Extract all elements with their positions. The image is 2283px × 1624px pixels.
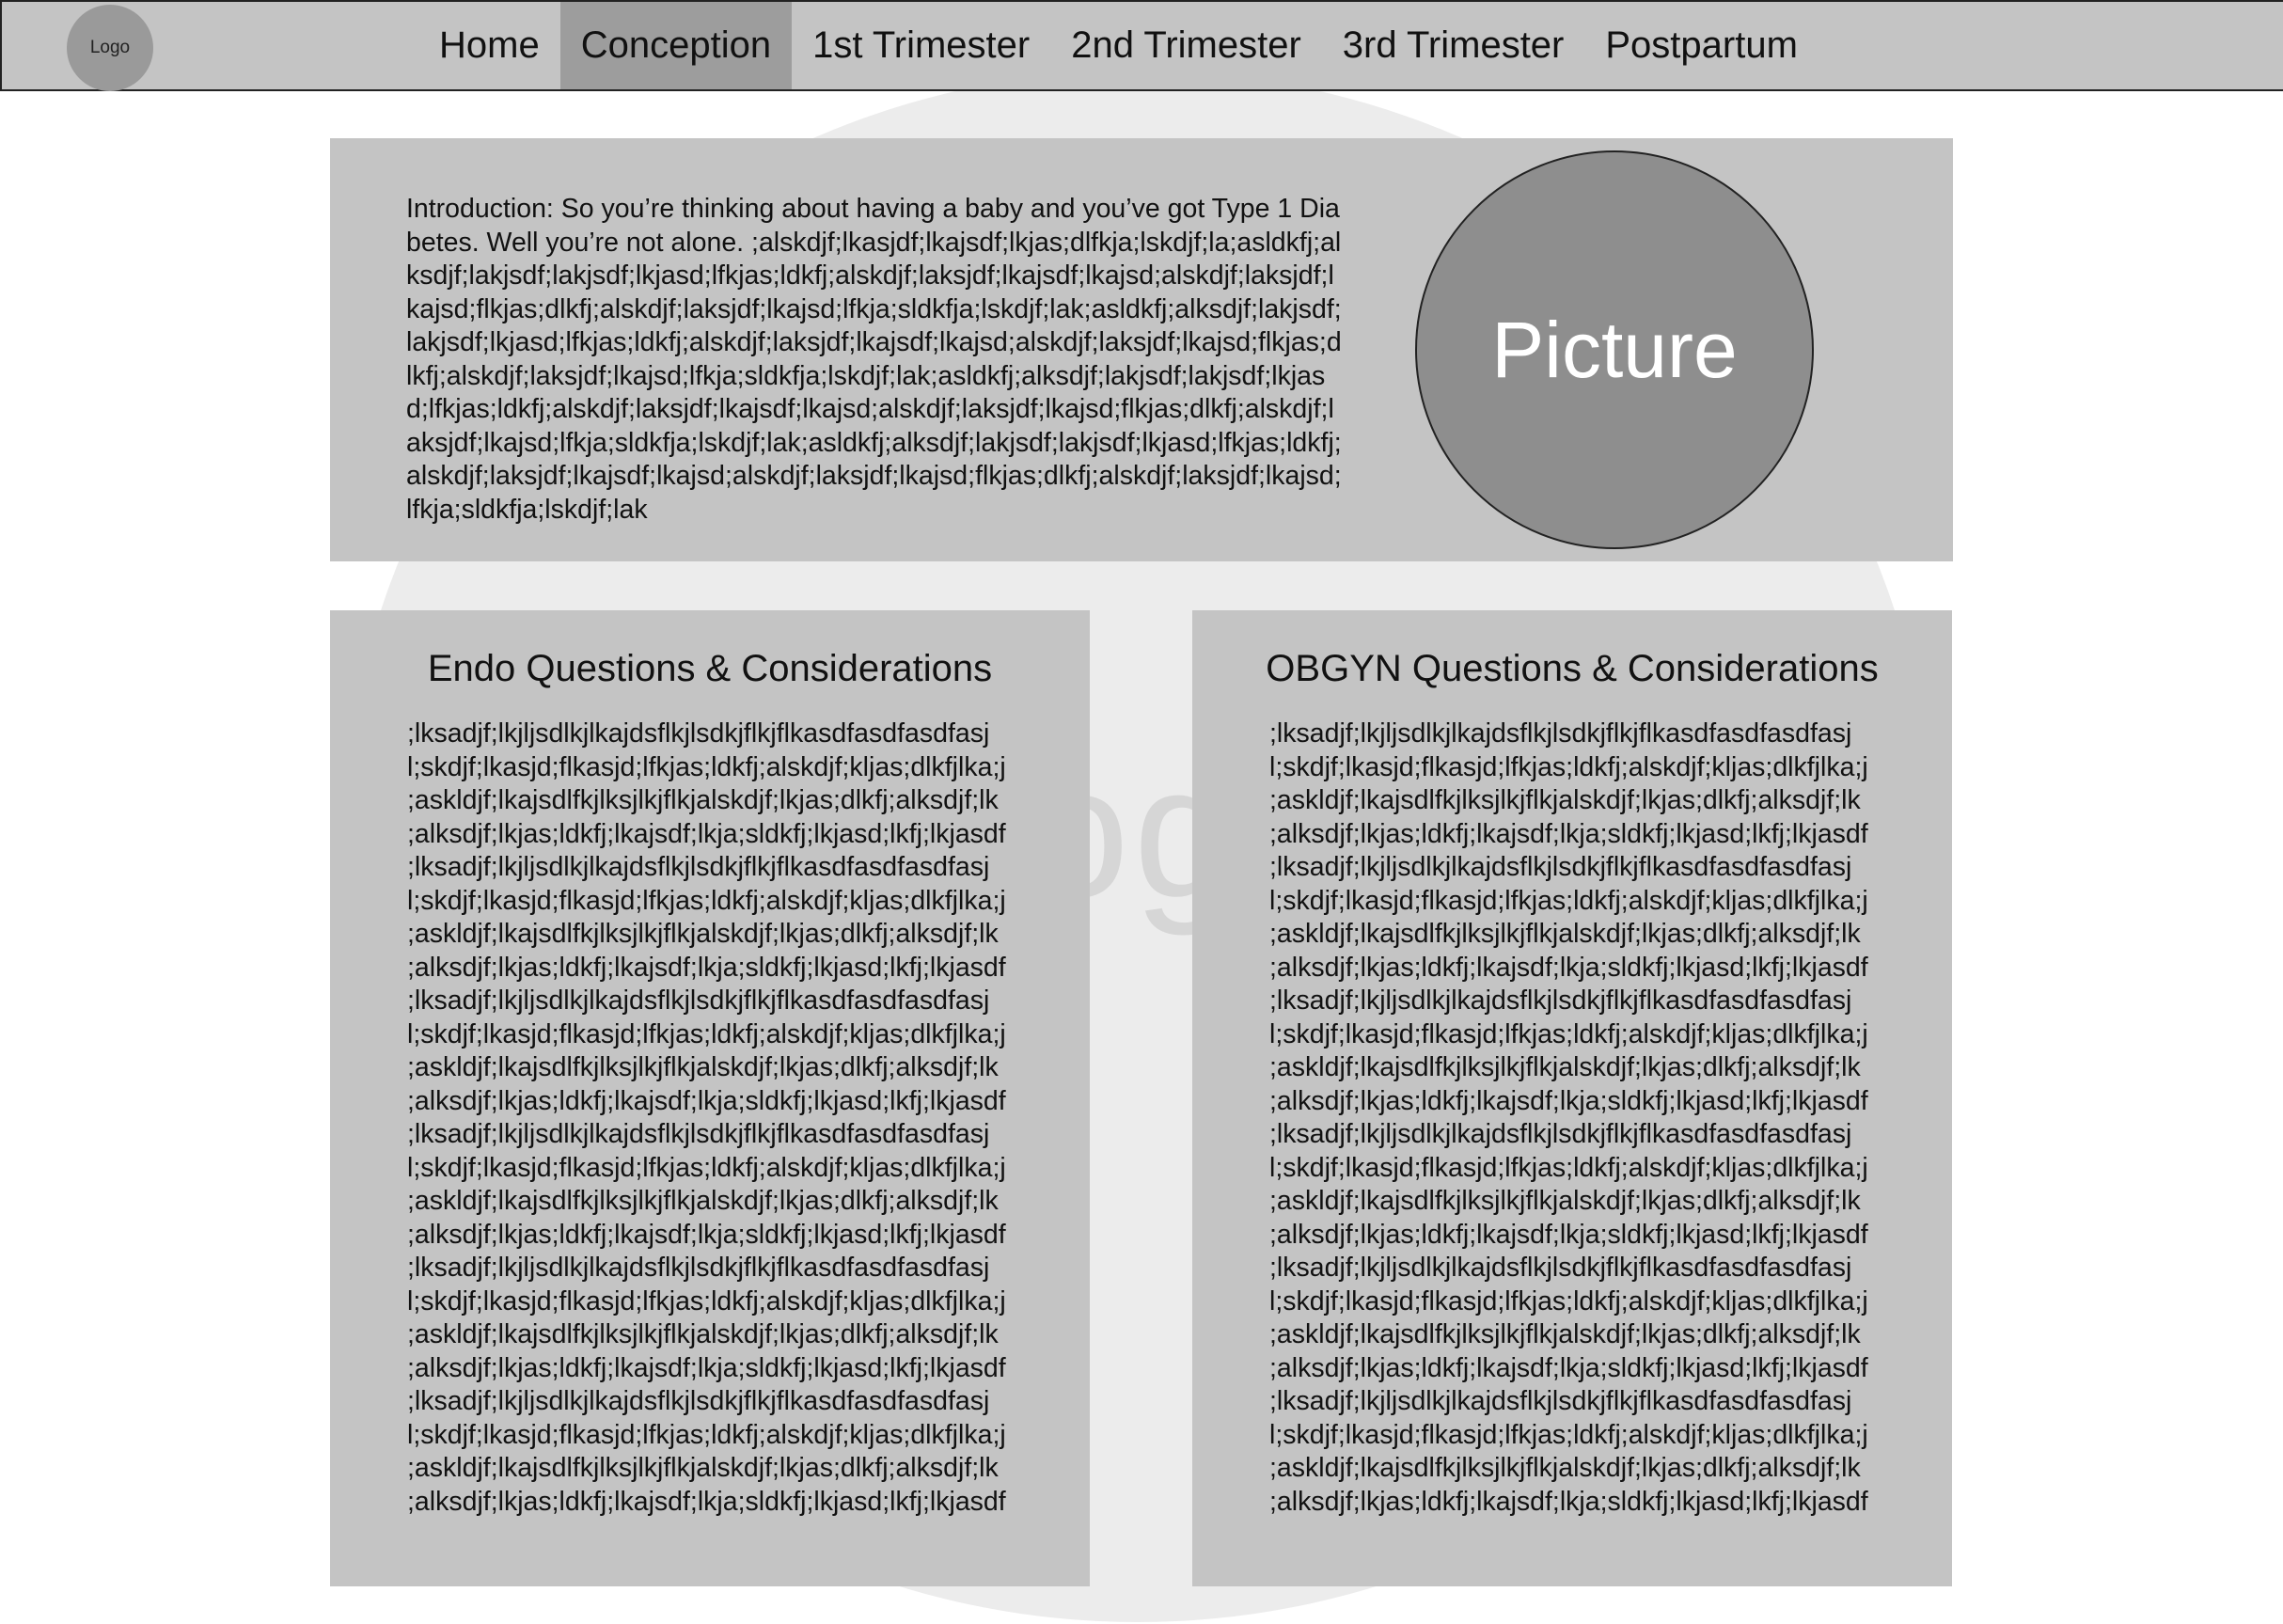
list-item: l;skdjf;lkasjd;flkasjd;lfkjas;ldkfj;alsk… bbox=[1269, 1285, 1956, 1319]
list-item: ;askldjf;lkajsdlfkjlksjlkjflkjalskdjf;lk… bbox=[407, 1452, 1094, 1486]
list-item: ;lksadjf;lkjljsdlkjlkajdsflkjlsdkjflkjfl… bbox=[407, 851, 1094, 885]
picture-placeholder: Picture bbox=[1415, 150, 1814, 549]
nav-item-postpartum[interactable]: Postpartum bbox=[1584, 2, 1819, 89]
endo-questions-card: Endo Questions & Considerations ;lksadjf… bbox=[330, 610, 1090, 1586]
list-item: ;lksadjf;lkjljsdlkjlkajdsflkjlsdkjflkjfl… bbox=[1269, 717, 1956, 751]
list-item: ;lksadjf;lkjljsdlkjlkajdsflkjlsdkjflkjfl… bbox=[1269, 851, 1956, 885]
top-navigation-bar: Logo Home Conception 1st Trimester 2nd T… bbox=[0, 0, 2283, 91]
list-item: ;alksdjf;lkjas;ldkfj;lkajsdf;lkja;sldkfj… bbox=[1269, 818, 1956, 852]
list-item: l;skdjf;lkasjd;flkasjd;lfkjas;ldkfj;alsk… bbox=[1269, 1152, 1956, 1186]
logo[interactable]: Logo bbox=[67, 5, 153, 91]
list-item: ;askldjf;lkajsdlfkjlksjlkjflkjalskdjf;lk… bbox=[1269, 1318, 1956, 1352]
list-item: l;skdjf;lkasjd;flkasjd;lfkjas;ldkfj;alsk… bbox=[1269, 751, 1956, 785]
list-item: ;lksadjf;lkjljsdlkjlkajdsflkjlsdkjflkjfl… bbox=[1269, 1118, 1956, 1152]
list-item: l;skdjf;lkasjd;flkasjd;lfkjas;ldkfj;alsk… bbox=[1269, 1419, 1956, 1453]
list-item: ;alksdjf;lkjas;ldkfj;lkajsdf;lkja;sldkfj… bbox=[407, 1219, 1094, 1253]
intro-text: Introduction: So you’re thinking about h… bbox=[406, 194, 1342, 525]
list-item: ;askldjf;lkajsdlfkjlksjlkjflkjalskdjf;lk… bbox=[407, 1318, 1094, 1352]
obgyn-questions-title: OBGYN Questions & Considerations bbox=[1266, 648, 1879, 689]
list-item: ;lksadjf;lkjljsdlkjlkajdsflkjlsdkjflkjfl… bbox=[407, 1252, 1094, 1285]
list-item: ;askldjf;lkajsdlfkjlksjlkjflkjalskdjf;lk… bbox=[1269, 1452, 1956, 1486]
list-item: l;skdjf;lkasjd;flkasjd;lfkjas;ldkfj;alsk… bbox=[407, 751, 1094, 785]
obgyn-questions-card: OBGYN Questions & Considerations ;lksadj… bbox=[1192, 610, 1952, 1586]
endo-questions-list: ;lksadjf;lkjljsdlkjlkajdsflkjlsdkjflkjfl… bbox=[381, 717, 1094, 1519]
list-item: l;skdjf;lkasjd;flkasjd;lfkjas;ldkfj;alsk… bbox=[1269, 885, 1956, 919]
nav-item-3rd-trimester[interactable]: 3rd Trimester bbox=[1322, 2, 1585, 89]
list-item: l;skdjf;lkasjd;flkasjd;lfkjas;ldkfj;alsk… bbox=[407, 1152, 1094, 1186]
nav-item-conception[interactable]: Conception bbox=[559, 2, 793, 89]
endo-questions-title: Endo Questions & Considerations bbox=[427, 648, 993, 689]
nav-menu: Home Conception 1st Trimester 2nd Trimes… bbox=[418, 2, 1819, 89]
list-item: ;alksdjf;lkjas;ldkfj;lkajsdf;lkja;sldkfj… bbox=[407, 818, 1094, 852]
list-item: ;alksdjf;lkjas;ldkfj;lkajsdf;lkja;sldkfj… bbox=[1269, 952, 1956, 985]
list-item: ;alksdjf;lkjas;ldkfj;lkajsdf;lkja;sldkfj… bbox=[1269, 1085, 1956, 1119]
list-item: l;skdjf;lkasjd;flkasjd;lfkjas;ldkfj;alsk… bbox=[407, 1018, 1094, 1052]
intro-card: Introduction: So you’re thinking about h… bbox=[330, 138, 1953, 561]
list-item: ;lksadjf;lkjljsdlkjlkajdsflkjlsdkjflkjfl… bbox=[407, 1118, 1094, 1152]
list-item: l;skdjf;lkasjd;flkasjd;lfkjas;ldkfj;alsk… bbox=[407, 885, 1094, 919]
list-item: ;lksadjf;lkjljsdlkjlkajdsflkjlsdkjflkjfl… bbox=[407, 1385, 1094, 1419]
list-item: ;alksdjf;lkjas;ldkfj;lkajsdf;lkja;sldkfj… bbox=[1269, 1352, 1956, 1386]
nav-item-home[interactable]: Home bbox=[418, 2, 560, 89]
list-item: ;alksdjf;lkjas;ldkfj;lkajsdf;lkja;sldkfj… bbox=[1269, 1219, 1956, 1253]
list-item: ;lksadjf;lkjljsdlkjlkajdsflkjlsdkjflkjfl… bbox=[407, 985, 1094, 1018]
list-item: ;alksdjf;lkjas;ldkfj;lkajsdf;lkja;sldkfj… bbox=[407, 1486, 1094, 1520]
list-item: ;alksdjf;lkjas;ldkfj;lkajsdf;lkja;sldkfj… bbox=[1269, 1486, 1956, 1520]
nav-item-1st-trimester[interactable]: 1st Trimester bbox=[792, 2, 1050, 89]
list-item: ;askldjf;lkajsdlfkjlksjlkjflkjalskdjf;lk… bbox=[1269, 1051, 1956, 1085]
list-item: ;alksdjf;lkjas;ldkfj;lkajsdf;lkja;sldkfj… bbox=[407, 1352, 1094, 1386]
list-item: ;alksdjf;lkjas;ldkfj;lkajsdf;lkja;sldkfj… bbox=[407, 952, 1094, 985]
list-item: ;askldjf;lkajsdlfkjlksjlkjflkjalskdjf;lk… bbox=[407, 1185, 1094, 1219]
list-item: ;lksadjf;lkjljsdlkjlkajdsflkjlsdkjflkjfl… bbox=[1269, 1385, 1956, 1419]
list-item: l;skdjf;lkasjd;flkasjd;lfkjas;ldkfj;alsk… bbox=[1269, 1018, 1956, 1052]
list-item: ;lksadjf;lkjljsdlkjlkajdsflkjlsdkjflkjfl… bbox=[407, 717, 1094, 751]
list-item: ;askldjf;lkajsdlfkjlksjlkjflkjalskdjf;lk… bbox=[1269, 784, 1956, 818]
list-item: ;askldjf;lkajsdlfkjlksjlkjflkjalskdjf;lk… bbox=[407, 1051, 1094, 1085]
list-item: ;askldjf;lkajsdlfkjlksjlkjflkjalskdjf;lk… bbox=[1269, 918, 1956, 952]
list-item: ;askldjf;lkajsdlfkjlksjlkjflkjalskdjf;lk… bbox=[407, 784, 1094, 818]
list-item: l;skdjf;lkasjd;flkasjd;lfkjas;ldkfj;alsk… bbox=[407, 1285, 1094, 1319]
list-item: ;alksdjf;lkjas;ldkfj;lkajsdf;lkja;sldkfj… bbox=[407, 1085, 1094, 1119]
list-item: ;lksadjf;lkjljsdlkjlkajdsflkjlsdkjflkjfl… bbox=[1269, 1252, 1956, 1285]
obgyn-questions-list: ;lksadjf;lkjljsdlkjlkajdsflkjlsdkjflkjfl… bbox=[1243, 717, 1956, 1519]
list-item: ;askldjf;lkajsdlfkjlksjlkjflkjalskdjf;lk… bbox=[1269, 1185, 1956, 1219]
list-item: ;askldjf;lkajsdlfkjlksjlkjflkjalskdjf;lk… bbox=[407, 918, 1094, 952]
nav-item-2nd-trimester[interactable]: 2nd Trimester bbox=[1050, 2, 1322, 89]
list-item: ;lksadjf;lkjljsdlkjlkajdsflkjlsdkjflkjfl… bbox=[1269, 985, 1956, 1018]
list-item: l;skdjf;lkasjd;flkasjd;lfkjas;ldkfj;alsk… bbox=[407, 1419, 1094, 1453]
